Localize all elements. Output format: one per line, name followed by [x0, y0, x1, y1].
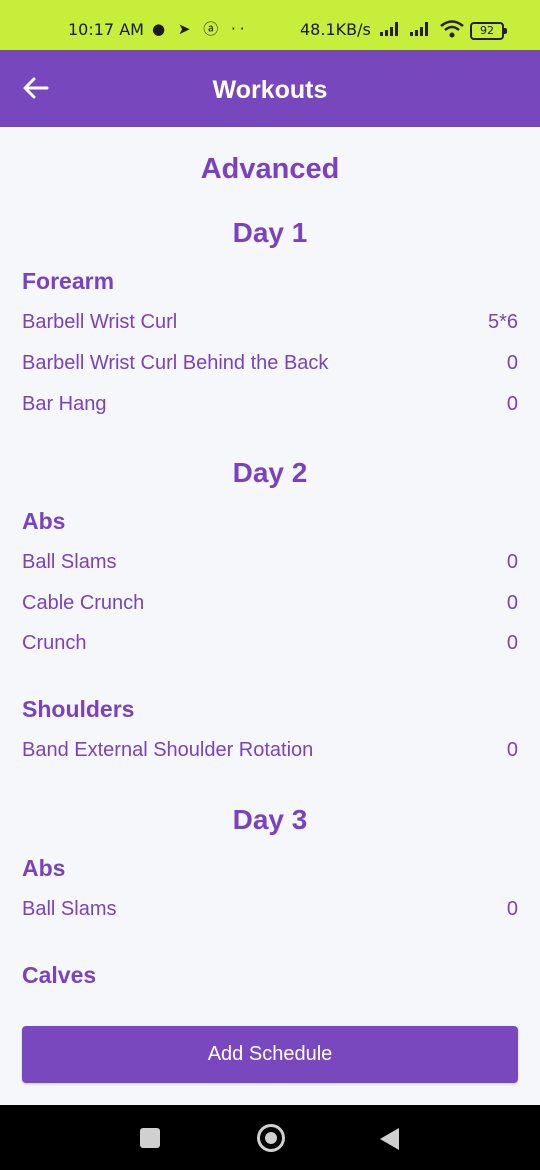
back-triangle-icon[interactable] [380, 1128, 399, 1150]
recents-icon[interactable] [140, 1128, 160, 1148]
exercise-name: Bar Hang [22, 393, 107, 415]
home-icon[interactable] [257, 1124, 285, 1152]
signal-icon [380, 22, 398, 36]
exercise-value: 0 [506, 898, 518, 920]
exercise-row[interactable]: Bar Hang 0 [22, 393, 518, 423]
group-title: Forearm [22, 268, 115, 294]
exercise-value: 0 [506, 632, 518, 654]
exercise-name: Ball Slams [22, 898, 117, 920]
day-title: Day 2 [232, 457, 308, 488]
group-title: Abs [22, 855, 66, 881]
day-title: Day 3 [232, 804, 308, 835]
network-speed: 48.1KB/s [300, 20, 371, 39]
signal-icon-2 [410, 22, 428, 36]
exercise-value: 0 [506, 352, 518, 374]
status-time: 10:17 AM [68, 20, 144, 39]
exercise-name: Barbell Wrist Curl Behind the Back [22, 352, 329, 374]
level-title: Advanced [200, 153, 340, 185]
group-title: Abs [22, 508, 66, 534]
exercise-row[interactable]: Barbell Wrist Curl Behind the Back 0 [22, 352, 518, 382]
exercise-name: Band External Shoulder Rotation [22, 739, 314, 761]
exercise-row[interactable]: Ball Slams 0 [22, 898, 518, 928]
exercise-row[interactable]: Barbell Wrist Curl 5*6 [22, 311, 518, 341]
status-bar: 10:17 AM ● ➤ ⓐ ·· 48.1KB/s 92 [0, 0, 540, 50]
wifi-icon [440, 20, 464, 42]
exercise-name: Cable Crunch [22, 592, 145, 614]
exercise-value: 0 [506, 592, 518, 614]
exercise-value: 0 [506, 551, 518, 573]
exercise-value: 5*6 [487, 311, 518, 333]
group-title: Calves [22, 962, 97, 988]
exercise-value: 0 [506, 739, 518, 761]
exercise-name: Barbell Wrist Curl [22, 311, 178, 333]
page-title: Workouts [212, 76, 328, 104]
exercise-row[interactable]: Crunch 0 [22, 632, 518, 662]
system-nav-bar [0, 1105, 540, 1170]
exercise-name: Crunch [22, 632, 87, 654]
exercise-row[interactable]: Ball Slams 0 [22, 551, 518, 581]
exercise-name: Ball Slams [22, 551, 117, 573]
add-schedule-button[interactable]: Add Schedule [22, 1026, 518, 1083]
battery-icon: 92 [470, 22, 507, 40]
exercise-row[interactable]: Cable Crunch 0 [22, 592, 518, 622]
exercise-value: 0 [506, 393, 518, 415]
exercise-row[interactable]: Band External Shoulder Rotation 0 [22, 739, 518, 769]
group-title: Shoulders [22, 696, 135, 722]
app-bar: Workouts [0, 50, 540, 127]
notification-icons: ● ➤ ⓐ ·· [152, 20, 249, 38]
day-title: Day 1 [232, 217, 308, 248]
